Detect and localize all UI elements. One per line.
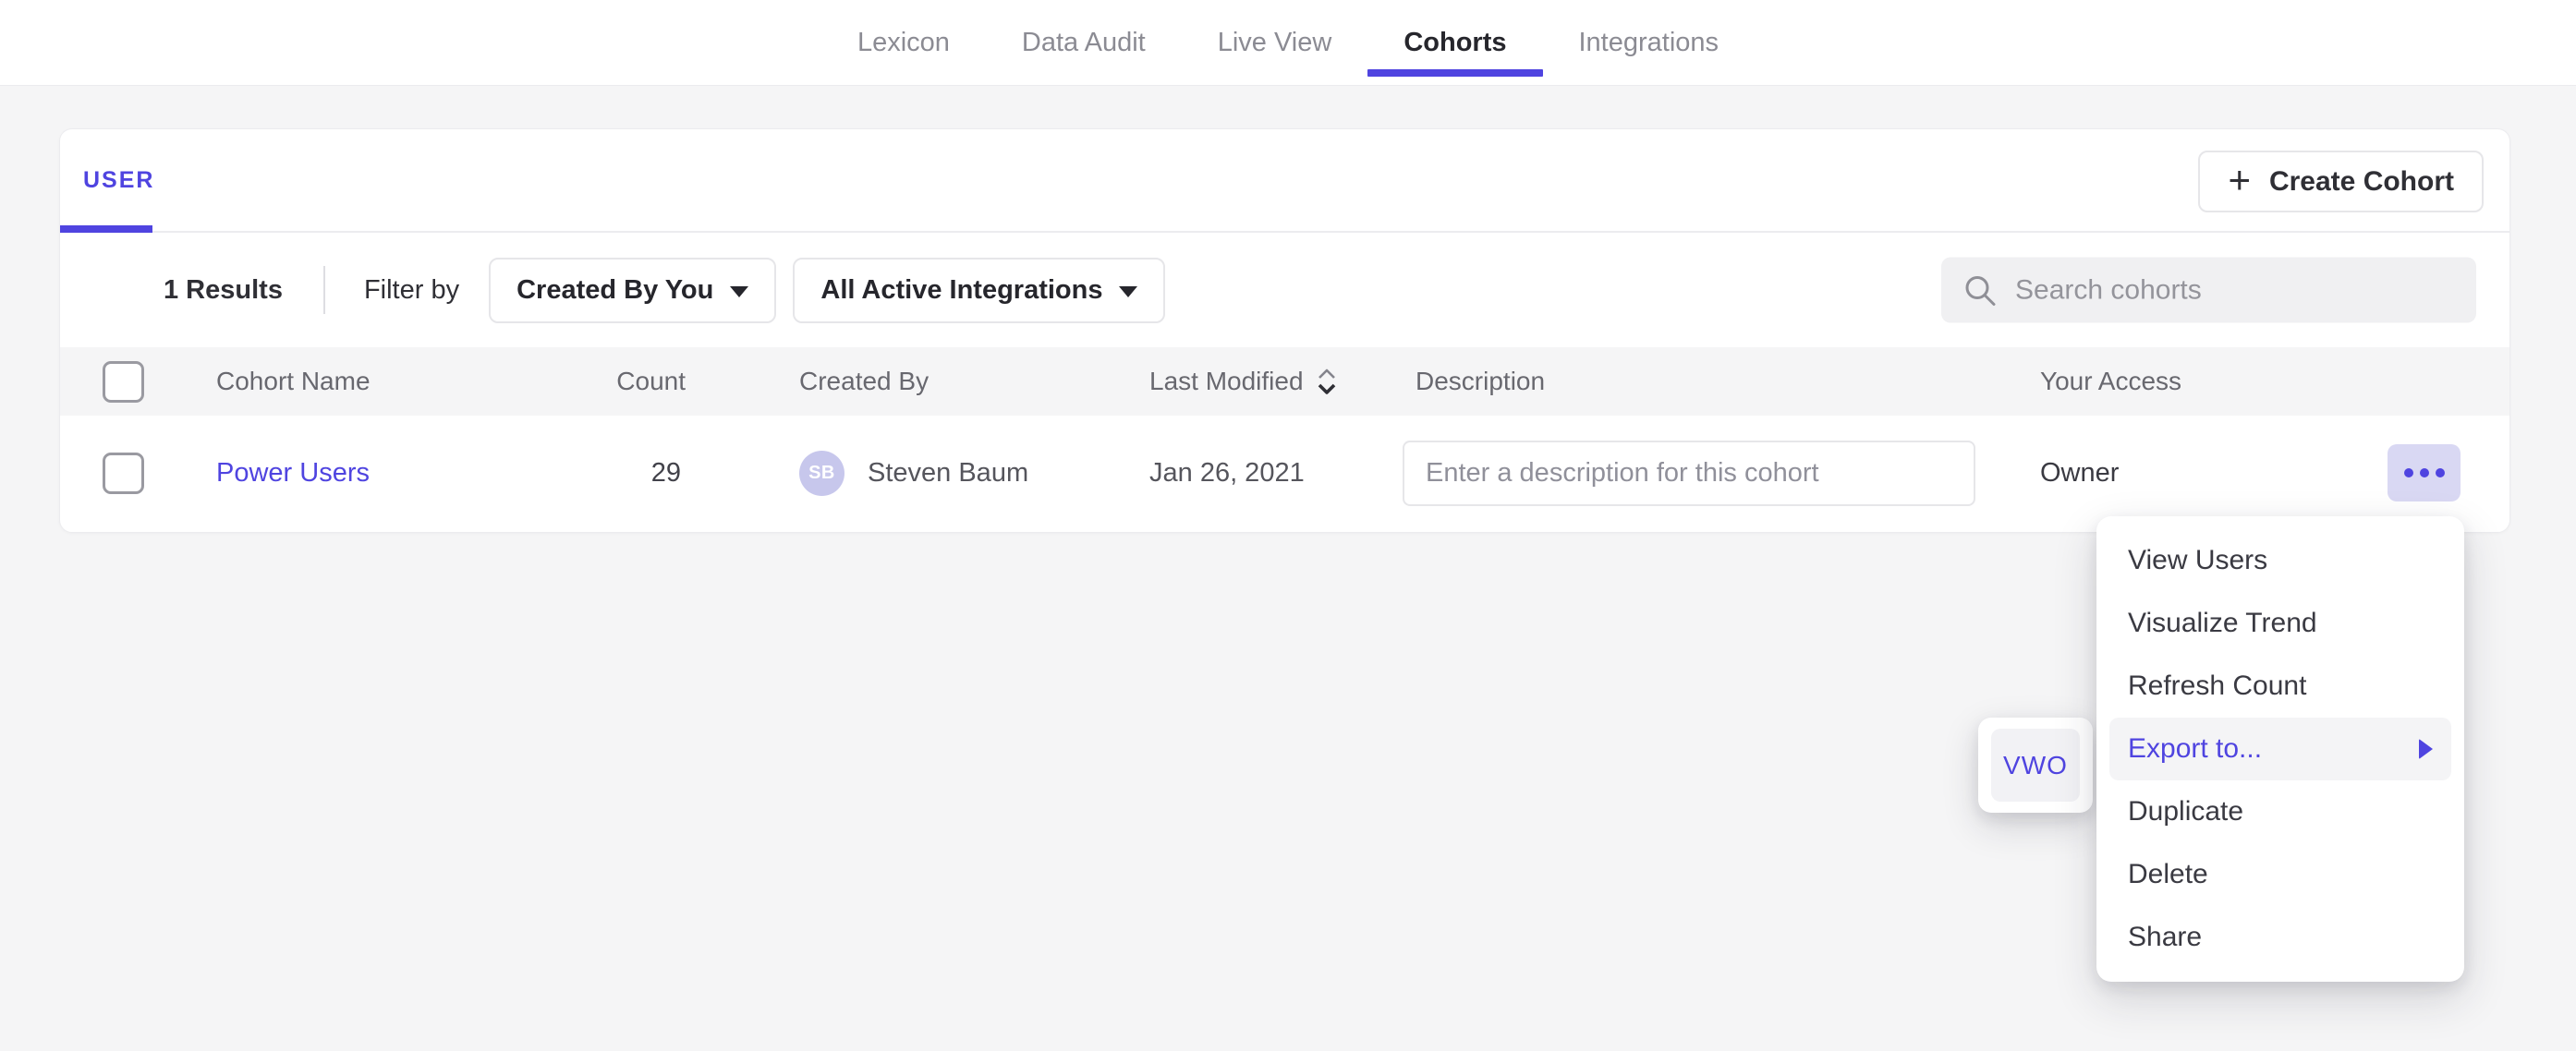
export-to-label: Export to... [2128, 733, 2262, 765]
cohort-count: 29 [577, 458, 686, 489]
menu-item-view-users[interactable]: View Users [2096, 529, 2464, 592]
table-header-row: Cohort Name Count Created By Last Modifi… [60, 347, 2509, 416]
integrations-filter-dropdown[interactable]: All Active Integrations [793, 258, 1165, 323]
nav-tab-integrations[interactable]: Integrations [1543, 0, 1756, 85]
vertical-divider [323, 266, 325, 314]
sort-icon[interactable] [1315, 367, 1339, 396]
avatar: SB [799, 451, 844, 496]
creator-name: Steven Baum [868, 458, 1028, 489]
access-level: Owner [2040, 458, 2119, 489]
plus-icon: + [2228, 161, 2251, 199]
menu-item-share[interactable]: Share [2096, 906, 2464, 969]
cohort-name-link[interactable]: Power Users [216, 458, 370, 488]
more-icon [2404, 468, 2413, 477]
table-row: Power Users 29 SB Steven Baum Jan 26, 20… [60, 416, 2509, 530]
more-icon [2420, 468, 2429, 477]
create-cohort-label: Create Cohort [2269, 166, 2454, 198]
nav-tab-lexicon[interactable]: Lexicon [821, 0, 986, 85]
chevron-down-icon [1119, 286, 1137, 297]
nav-tab-cohorts[interactable]: Cohorts [1367, 0, 1542, 85]
chevron-down-icon [730, 286, 748, 297]
nav-tab-data-audit[interactable]: Data Audit [986, 0, 1182, 85]
last-modified-date: Jan 26, 2021 [1149, 458, 1403, 489]
create-cohort-button[interactable]: + Create Cohort [2198, 151, 2484, 212]
filter-by-label: Filter by [364, 275, 459, 306]
more-icon [2436, 468, 2445, 477]
menu-item-delete[interactable]: Delete [2096, 843, 2464, 906]
search-icon [1963, 273, 1997, 307]
select-all-checkbox[interactable] [103, 361, 144, 403]
export-option-vwo[interactable]: VWO [1991, 729, 2080, 802]
cohorts-card: USER + Create Cohort 1 Results Filter by… [59, 128, 2510, 533]
description-input[interactable] [1403, 441, 1975, 506]
integrations-filter-value: All Active Integrations [820, 275, 1102, 306]
filter-bar: 1 Results Filter by Created By You All A… [60, 233, 2509, 347]
tab-user[interactable]: USER [60, 129, 152, 231]
column-header-description[interactable]: Description [1403, 367, 2040, 396]
column-header-your-access[interactable]: Your Access [2040, 367, 2509, 396]
nav-tab-live-view[interactable]: Live View [1182, 0, 1368, 85]
results-count: 1 Results [164, 275, 283, 306]
row-actions-menu: View Users Visualize Trend Refresh Count… [2096, 516, 2464, 982]
menu-item-refresh-count[interactable]: Refresh Count [2096, 655, 2464, 718]
search-cohorts-input[interactable] [2015, 274, 2454, 306]
top-nav: Lexicon Data Audit Live View Cohorts Int… [0, 0, 2576, 86]
submenu-arrow-icon [2419, 739, 2433, 759]
row-checkbox[interactable] [103, 453, 144, 494]
column-header-count[interactable]: Count [577, 367, 686, 396]
column-header-last-modified[interactable]: Last Modified [1149, 367, 1403, 396]
menu-item-export-to[interactable]: Export to... [2109, 718, 2451, 780]
export-submenu: VWO [1978, 718, 2093, 813]
menu-item-duplicate[interactable]: Duplicate [2096, 780, 2464, 843]
created-by-filter-dropdown[interactable]: Created By You [489, 258, 776, 323]
card-tab-bar: USER + Create Cohort [60, 129, 2509, 233]
search-cohorts-box[interactable] [1941, 258, 2476, 323]
created-by-filter-value: Created By You [516, 275, 713, 306]
column-header-cohort-name[interactable]: Cohort Name [216, 367, 577, 396]
column-header-created-by[interactable]: Created By [686, 367, 1149, 396]
menu-item-visualize-trend[interactable]: Visualize Trend [2096, 592, 2464, 655]
more-actions-button[interactable] [2388, 444, 2461, 501]
